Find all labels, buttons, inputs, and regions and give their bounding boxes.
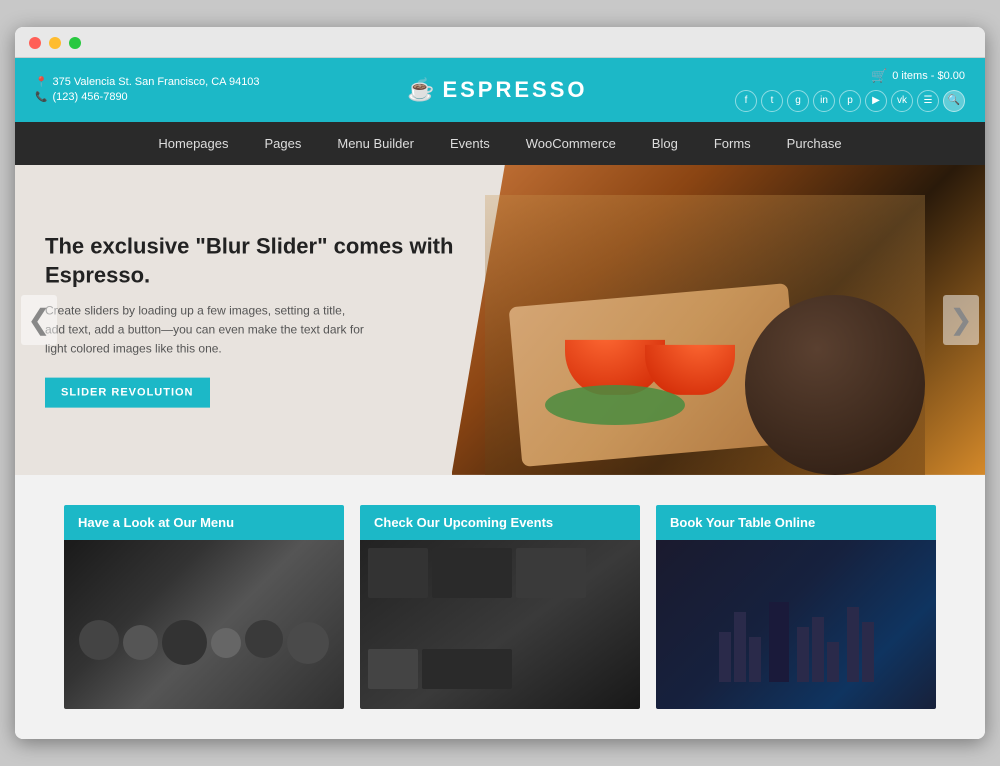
bar-9 [862,622,874,682]
hero-slider: ❮ ❯ The exclusive "Blur Slider" comes wi… [15,165,985,475]
bar-3 [749,637,761,682]
bar-6 [812,617,824,682]
cart-text: 0 items - $0.00 [892,70,965,82]
nav-item-blog[interactable]: Blog [634,122,696,165]
nav-bar: Homepages Pages Menu Builder Events WooC… [15,122,985,165]
bar-4 [769,602,789,682]
browser-chrome [15,27,985,58]
bar-2 [734,612,746,682]
location-icon: 📍 [35,77,47,88]
nav-item-purchase[interactable]: Purchase [769,122,860,165]
events-decoration [360,540,640,709]
event-img-3 [516,548,586,598]
logo-cup-icon: ☕ [407,77,434,103]
address-text: 375 Valencia St. San Francisco, CA 94103 [52,76,259,88]
food-circle-5 [245,620,283,658]
herbs [545,385,685,425]
linkedin-icon[interactable]: in [813,90,835,112]
food-circle-4 [211,628,241,658]
food-circle-1 [79,620,119,660]
cart-icon: 🛒 [871,68,887,84]
social-icons-row: f t g in p ▶ vk ☰ 🔍 [735,90,965,112]
menu-card-header: Have a Look at Our Menu [64,505,344,540]
slider-title: The exclusive "Blur Slider" comes with E… [45,233,465,290]
table-card-image [656,540,936,709]
cards-section: Have a Look at Our Menu Café owner Jim S… [15,475,985,739]
top-bar: 📍 375 Valencia St. San Francisco, CA 941… [15,58,985,122]
browser-window: 📍 375 Valencia St. San Francisco, CA 941… [15,27,985,739]
rss-icon[interactable]: ☰ [917,90,939,112]
bar-1 [719,632,731,682]
cart-info[interactable]: 🛒 0 items - $0.00 [871,68,965,84]
table-decoration [656,540,936,709]
slider-prev-button[interactable]: ❮ [21,295,57,345]
vk-icon[interactable]: vk [891,90,913,112]
food-circle-3 [162,620,207,665]
bar-5 [797,627,809,682]
phone-line: 📞 (123) 456-7890 [35,91,260,103]
slider-revolution-button[interactable]: SLIDER REVOLUTION [45,377,210,407]
events-card: Check Our Upcoming Events Lorem ipsum do… [360,505,640,709]
contact-info: 📍 375 Valencia St. San Francisco, CA 941… [35,76,260,103]
phone-icon: 📞 [35,92,47,103]
slider-next-button[interactable]: ❯ [943,295,979,345]
slider-content: The exclusive "Blur Slider" comes with E… [45,233,465,408]
pinterest-icon[interactable]: p [839,90,861,112]
youtube-icon[interactable]: ▶ [865,90,887,112]
search-icon[interactable]: 🔍 [943,90,965,112]
events-card-header: Check Our Upcoming Events [360,505,640,540]
bar-8 [847,607,859,682]
address-line: 📍 375 Valencia St. San Francisco, CA 941… [35,76,260,88]
close-button[interactable] [29,37,41,49]
nav-item-woocommerce[interactable]: WooCommerce [508,122,634,165]
table-card: Book Your Table Online [656,505,936,709]
event-img-1 [368,548,428,598]
event-img-5 [422,649,512,689]
slider-description: Create sliders by loading up a few image… [45,302,365,360]
food-circle-6 [287,622,329,664]
nav-item-forms[interactable]: Forms [696,122,769,165]
top-right: 🛒 0 items - $0.00 f t g in p ▶ vk ☰ 🔍 [735,68,965,112]
nav-item-menu-builder[interactable]: Menu Builder [319,122,432,165]
logo-text: ESPRESSO [442,77,587,103]
bar-silhouette [709,592,884,692]
facebook-icon[interactable]: f [735,90,757,112]
dark-bowl [745,295,925,475]
table-card-header: Book Your Table Online [656,505,936,540]
minimize-button[interactable] [49,37,61,49]
events-card-image [360,540,640,709]
logo[interactable]: ☕ ESPRESSO [407,77,587,103]
menu-card: Have a Look at Our Menu Café owner Jim S… [64,505,344,709]
menu-card-image [64,540,344,709]
twitter-icon[interactable]: t [761,90,783,112]
phone-text: (123) 456-7890 [52,91,127,103]
nav-item-pages[interactable]: Pages [247,122,320,165]
nav-item-homepages[interactable]: Homepages [140,122,246,165]
food-circle-2 [123,625,158,660]
menu-food-decoration [69,610,339,675]
bar-7 [827,642,839,682]
nav-item-events[interactable]: Events [432,122,508,165]
event-img-4 [368,649,418,689]
food-image [485,195,925,475]
maximize-button[interactable] [69,37,81,49]
event-img-2 [432,548,512,598]
google-plus-icon[interactable]: g [787,90,809,112]
